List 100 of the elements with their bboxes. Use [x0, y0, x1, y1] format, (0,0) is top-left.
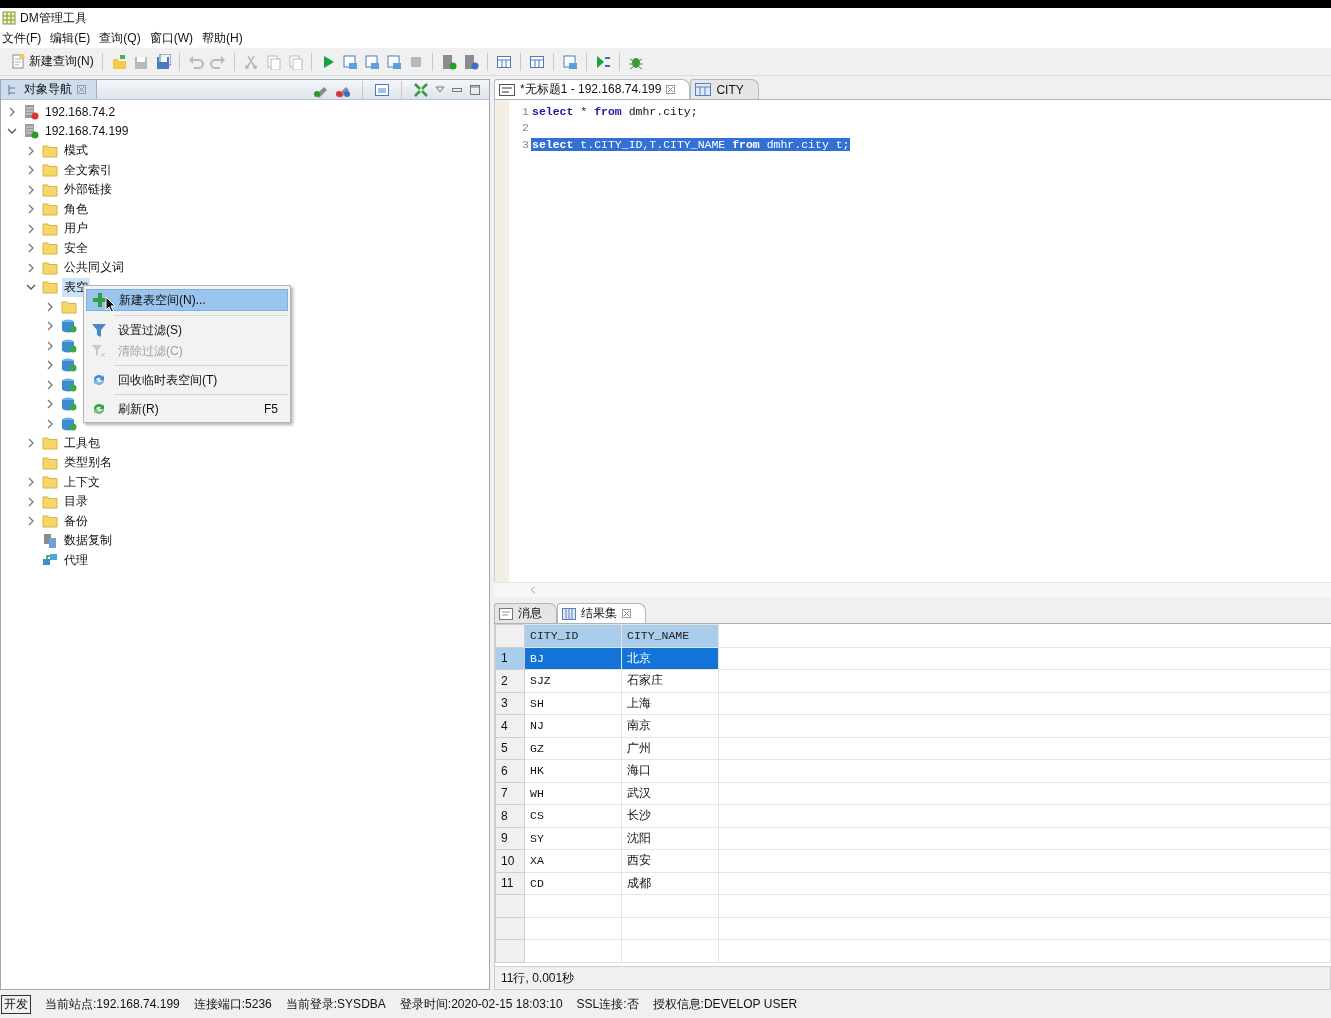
table-cell: 广州	[621, 737, 719, 760]
expand-chevron-icon[interactable]	[7, 106, 17, 117]
status-item: 授权信息:DEVELOP USER	[652, 995, 798, 1013]
result-tab[interactable]: 结果集	[557, 603, 646, 623]
expand-chevron-icon[interactable]	[45, 418, 55, 429]
tree-item[interactable]: 192.168.74.199	[43, 123, 131, 140]
row-number[interactable]: 3	[495, 692, 525, 715]
toolbar-grid-icon[interactable]	[528, 53, 545, 70]
tree-item[interactable]: 目录	[62, 492, 90, 512]
toolbar-save-all-icon[interactable]	[154, 53, 171, 70]
plus-icon	[93, 293, 107, 307]
result-status: 11行, 0.001秒	[501, 969, 575, 987]
tree-item[interactable]: 用户	[62, 219, 90, 239]
view-menu-icon[interactable]	[435, 85, 445, 94]
tree-item[interactable]: 数据复制	[62, 531, 114, 551]
new-query-button[interactable]: 新建查询(N)	[8, 51, 97, 72]
column-header[interactable]: CITY_ID	[524, 624, 622, 647]
menu-item[interactable]: 刷新(R) F5	[86, 399, 288, 419]
table-cell: 上海	[621, 692, 719, 715]
table-cell: WH	[524, 782, 622, 805]
row-number[interactable]: 8	[495, 804, 525, 827]
expand-chevron-icon[interactable]	[26, 496, 36, 507]
table-cell: 武汉	[621, 782, 719, 805]
toolbar-db-link-icon[interactable]	[462, 53, 479, 70]
editor-tab[interactable]: *无标题1 - 192.168.74.199	[494, 79, 691, 99]
table-cell: 长沙	[621, 804, 719, 827]
expand-chevron-icon[interactable]	[26, 204, 36, 215]
expand-chevron-icon[interactable]	[26, 477, 36, 488]
toolbar-open-icon[interactable]	[110, 53, 127, 70]
tree-item[interactable]: 模式	[62, 141, 90, 161]
database-icon	[61, 337, 77, 354]
close-icon[interactable]	[666, 85, 676, 94]
expand-chevron-icon[interactable]	[26, 243, 36, 254]
expand-chevron-icon[interactable]	[45, 340, 55, 351]
row-number[interactable]: 9	[495, 827, 525, 850]
close-icon[interactable]	[622, 609, 631, 618]
menu-item[interactable]: 帮助(H)	[200, 29, 250, 47]
tree-item[interactable]: 备份	[62, 511, 90, 531]
folder-icon	[42, 182, 58, 197]
expand-chevron-icon[interactable]	[26, 438, 36, 449]
editor-tab[interactable]: CITY	[690, 79, 759, 99]
navigator-tab[interactable]: 对象导航	[1, 80, 97, 99]
expand-chevron-icon[interactable]	[45, 379, 55, 390]
maximize-icon[interactable]	[469, 83, 481, 96]
folder-icon	[42, 221, 58, 236]
tree-item[interactable]: 全文索引	[62, 160, 114, 180]
expand-chevron-icon[interactable]	[26, 516, 36, 527]
row-number[interactable]: 7	[495, 782, 525, 805]
row-number[interactable]: 6	[495, 759, 525, 782]
expand-chevron-icon[interactable]	[26, 262, 36, 273]
tree-item[interactable]: 工具包	[62, 433, 102, 453]
folder-icon	[42, 202, 58, 217]
folder-icon	[42, 143, 58, 158]
result-tab[interactable]: 消息	[494, 603, 557, 623]
tree-item[interactable]: 代理	[62, 550, 90, 570]
toolbar-debug-step-icon[interactable]	[594, 53, 611, 70]
row-number[interactable]: 1	[495, 647, 525, 670]
folder-icon	[42, 280, 58, 295]
menu-item[interactable]: 回收临时表空间(T)	[86, 370, 288, 390]
tree-item[interactable]: 类型别名	[62, 453, 114, 473]
toolbar-db-check-icon[interactable]	[440, 53, 457, 70]
line-number: 2	[521, 121, 530, 135]
row-number[interactable]: 11	[495, 872, 525, 895]
table-cell: 成都	[621, 872, 719, 895]
menu-item[interactable]: 设置过滤(S)	[86, 320, 288, 340]
row-number[interactable]: 2	[495, 669, 525, 692]
folder-icon	[42, 163, 58, 178]
expand-chevron-icon[interactable]	[45, 321, 55, 332]
row-number[interactable]: 4	[495, 714, 525, 737]
expand-chevron-icon[interactable]	[26, 145, 36, 156]
status-item: 当前站点:192.168.74.199	[45, 995, 180, 1013]
tree-item[interactable]: 上下文	[62, 472, 102, 492]
expand-chevron-icon[interactable]	[45, 360, 55, 371]
tree-item[interactable]: 公共同义词	[62, 258, 126, 278]
tree-item[interactable]: 192.168.74.2	[43, 103, 118, 120]
menu-item[interactable]: 查询(Q)	[97, 29, 148, 47]
close-icon[interactable]	[77, 85, 86, 94]
menu-item[interactable]: 窗口(W)	[147, 29, 200, 47]
menu-item[interactable]: 编辑(E)	[48, 29, 98, 47]
column-header[interactable]: CITY_NAME	[621, 624, 719, 647]
collapse-all-icon[interactable]	[413, 81, 429, 98]
expand-chevron-icon[interactable]	[45, 301, 55, 312]
expand-chevron-icon[interactable]	[26, 223, 36, 234]
menu-item[interactable]: 新建表空间(N)...	[86, 289, 288, 311]
folder-icon	[42, 475, 58, 490]
table-icon	[562, 607, 576, 620]
menu-item[interactable]: 文件(F)	[0, 29, 49, 47]
tree-item[interactable]: 外部链接	[62, 180, 114, 200]
row-number[interactable]: 10	[495, 849, 525, 872]
expand-chevron-icon[interactable]	[26, 184, 36, 195]
tree-item[interactable]: 角色	[62, 199, 90, 219]
window-icon[interactable]	[374, 81, 390, 98]
server-icon	[23, 103, 39, 120]
expand-chevron-icon[interactable]	[45, 399, 55, 410]
table-cell: HK	[524, 759, 622, 782]
row-number[interactable]: 5	[495, 737, 525, 760]
expand-chevron-icon[interactable]	[26, 165, 36, 176]
tree-item[interactable]: 安全	[62, 238, 90, 258]
clear-filter-icon	[92, 344, 106, 358]
table-cell: CD	[524, 872, 622, 895]
